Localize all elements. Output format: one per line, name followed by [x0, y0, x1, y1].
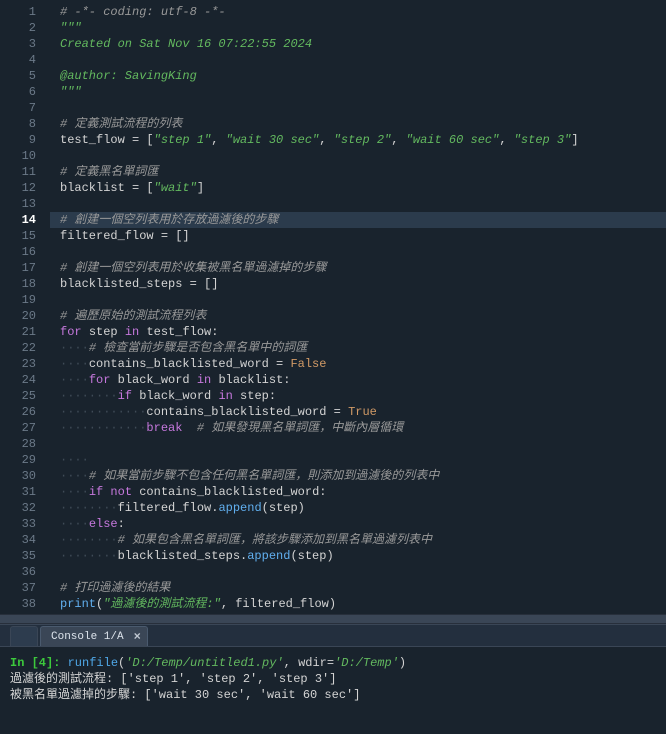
- code-line[interactable]: # 定義黑名單詞匯: [60, 164, 666, 180]
- pane-divider[interactable]: [0, 614, 666, 624]
- code-line[interactable]: [60, 148, 666, 164]
- line-number[interactable]: 7: [4, 100, 36, 116]
- code-line[interactable]: ············contains_blacklisted_word = …: [60, 404, 666, 420]
- line-number[interactable]: 18: [4, 276, 36, 292]
- line-number[interactable]: 30: [4, 468, 36, 484]
- console-line: 過濾後的測試流程: ['step 1', 'step 2', 'step 3']: [10, 672, 336, 686]
- code-line[interactable]: ····else:: [60, 516, 666, 532]
- code-line[interactable]: ········blacklisted_steps.append(step): [60, 548, 666, 564]
- console-pane: Console 1/A × In [4]: runfile('D:/Temp/u…: [0, 624, 666, 734]
- line-number[interactable]: 34: [4, 532, 36, 548]
- code-line[interactable]: # 創建一個空列表用於存放過濾後的步驟: [50, 212, 666, 228]
- code-line[interactable]: blacklisted_steps = []: [60, 276, 666, 292]
- code-line[interactable]: ········if black_word in step:: [60, 388, 666, 404]
- code-line[interactable]: ····# 如果當前步驟不包含任何黑名單詞匯，則添加到過濾後的列表中: [60, 468, 666, 484]
- line-number[interactable]: 14: [4, 212, 36, 228]
- line-number[interactable]: 9: [4, 132, 36, 148]
- line-number[interactable]: 36: [4, 564, 36, 580]
- line-number[interactable]: 8: [4, 116, 36, 132]
- code-line[interactable]: [60, 292, 666, 308]
- line-number[interactable]: 27: [4, 420, 36, 436]
- code-line[interactable]: [60, 564, 666, 580]
- line-number[interactable]: 33: [4, 516, 36, 532]
- line-number[interactable]: 23: [4, 356, 36, 372]
- code-line[interactable]: ····# 檢查當前步驟是否包含黑名單中的詞匯: [60, 340, 666, 356]
- line-number[interactable]: 11: [4, 164, 36, 180]
- line-number[interactable]: 38: [4, 596, 36, 612]
- line-number[interactable]: 21: [4, 324, 36, 340]
- code-line[interactable]: """: [60, 84, 666, 100]
- line-number-gutter: 1234567891011121314151617181920212223242…: [0, 0, 50, 614]
- line-number[interactable]: 20: [4, 308, 36, 324]
- line-number[interactable]: 5: [4, 68, 36, 84]
- code-area[interactable]: # -*- coding: utf-8 -*-"""Created on Sat…: [50, 0, 666, 614]
- line-number[interactable]: 12: [4, 180, 36, 196]
- code-line[interactable]: # 打印過濾後的結果: [60, 580, 666, 596]
- line-number[interactable]: 32: [4, 500, 36, 516]
- code-line[interactable]: # -*- coding: utf-8 -*-: [60, 4, 666, 20]
- line-number[interactable]: 25: [4, 388, 36, 404]
- line-number[interactable]: 6: [4, 84, 36, 100]
- code-line[interactable]: [60, 52, 666, 68]
- code-line[interactable]: ····if not contains_blacklisted_word:: [60, 484, 666, 500]
- code-line[interactable]: # 創建一個空列表用於收集被黑名單過濾掉的步驟: [60, 260, 666, 276]
- code-line[interactable]: @author: SavingKing: [60, 68, 666, 84]
- input-prompt: In [4]:: [10, 656, 68, 670]
- line-number[interactable]: 10: [4, 148, 36, 164]
- code-line[interactable]: print("過濾後的測試流程:", filtered_flow): [60, 596, 666, 612]
- code-line[interactable]: blacklist = ["wait"]: [60, 180, 666, 196]
- line-number[interactable]: 4: [4, 52, 36, 68]
- close-icon[interactable]: ×: [134, 630, 141, 644]
- code-line[interactable]: [60, 100, 666, 116]
- code-editor[interactable]: 1234567891011121314151617181920212223242…: [0, 0, 666, 614]
- code-line[interactable]: [60, 436, 666, 452]
- line-number[interactable]: 16: [4, 244, 36, 260]
- code-line[interactable]: [60, 196, 666, 212]
- line-number[interactable]: 37: [4, 580, 36, 596]
- code-line[interactable]: # 遍歷原始的測試流程列表: [60, 308, 666, 324]
- line-number[interactable]: 29: [4, 452, 36, 468]
- code-line[interactable]: test_flow = ["step 1", "wait 30 sec", "s…: [60, 132, 666, 148]
- line-number[interactable]: 24: [4, 372, 36, 388]
- line-number[interactable]: 19: [4, 292, 36, 308]
- code-line[interactable]: # 定義測試流程的列表: [60, 116, 666, 132]
- line-number[interactable]: 2: [4, 20, 36, 36]
- console-tab-bar: Console 1/A ×: [0, 625, 666, 647]
- code-line[interactable]: """: [60, 20, 666, 36]
- code-line[interactable]: ········filtered_flow.append(step): [60, 500, 666, 516]
- console-tab-label: Console 1/A: [51, 631, 124, 643]
- code-line[interactable]: ····for black_word in blacklist:: [60, 372, 666, 388]
- code-line[interactable]: for step in test_flow:: [60, 324, 666, 340]
- code-line[interactable]: Created on Sat Nov 16 07:22:55 2024: [60, 36, 666, 52]
- line-number[interactable]: 28: [4, 436, 36, 452]
- line-number[interactable]: 1: [4, 4, 36, 20]
- line-number[interactable]: 15: [4, 228, 36, 244]
- console-line: 被黑名單過濾掉的步驟: ['wait 30 sec', 'wait 60 sec…: [10, 688, 360, 702]
- line-number[interactable]: 17: [4, 260, 36, 276]
- console-call: runfile: [68, 656, 118, 670]
- tab-options-button[interactable]: [10, 626, 38, 646]
- line-number[interactable]: 13: [4, 196, 36, 212]
- code-line[interactable]: ····: [60, 452, 666, 468]
- line-number[interactable]: 22: [4, 340, 36, 356]
- code-line[interactable]: ····contains_blacklisted_word = False: [60, 356, 666, 372]
- code-line[interactable]: ············break # 如果發現黑名單詞匯，中斷內層循環: [60, 420, 666, 436]
- console-output[interactable]: In [4]: runfile('D:/Temp/untitled1.py', …: [0, 647, 666, 711]
- console-tab[interactable]: Console 1/A ×: [40, 626, 148, 646]
- code-line[interactable]: ········# 如果包含黑名單詞匯，將該步驟添加到黑名單過濾列表中: [60, 532, 666, 548]
- code-line[interactable]: [60, 244, 666, 260]
- code-line[interactable]: filtered_flow = []: [60, 228, 666, 244]
- line-number[interactable]: 3: [4, 36, 36, 52]
- line-number[interactable]: 26: [4, 404, 36, 420]
- line-number[interactable]: 35: [4, 548, 36, 564]
- line-number[interactable]: 31: [4, 484, 36, 500]
